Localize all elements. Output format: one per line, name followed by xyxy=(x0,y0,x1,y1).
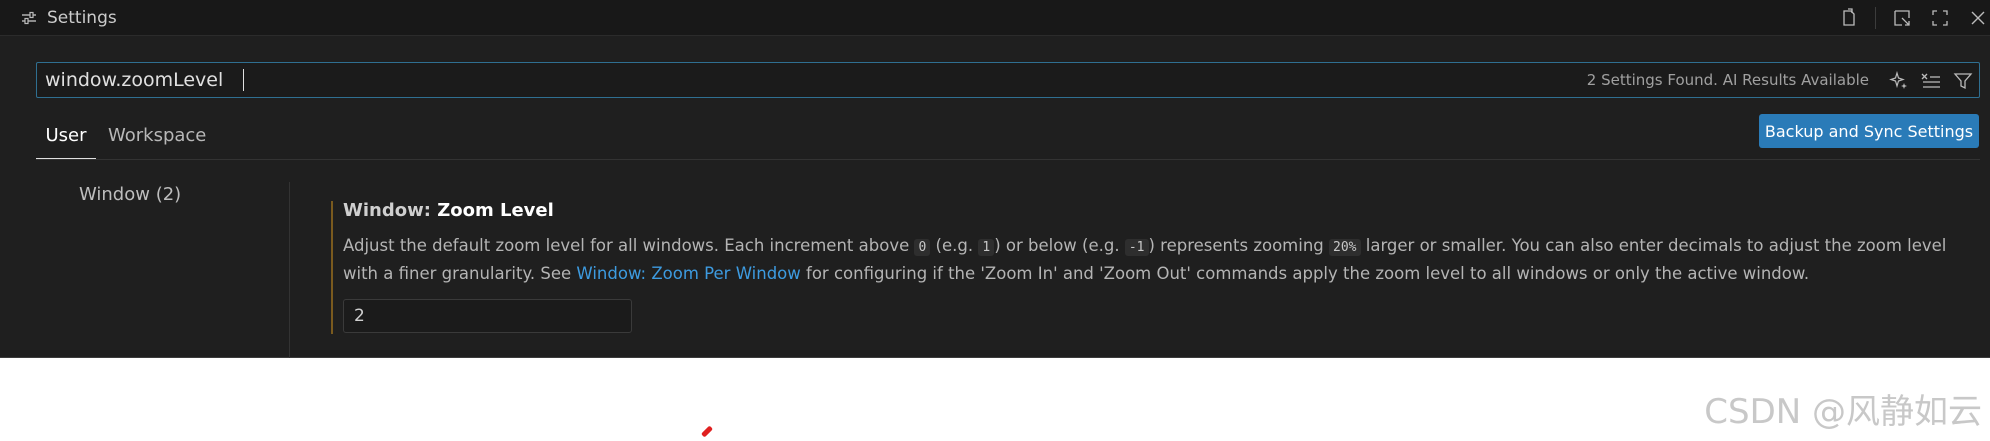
ai-sparkle-icon[interactable] xyxy=(1887,69,1911,93)
desc-text: ) represents zooming xyxy=(1148,236,1330,255)
red-mark xyxy=(700,425,714,438)
tab-actions-separator xyxy=(1875,7,1876,29)
tab-user[interactable]: User xyxy=(36,120,96,159)
split-editor-icon[interactable] xyxy=(1890,6,1914,30)
text-caret xyxy=(243,69,244,91)
toc-item-window[interactable]: Window (2) xyxy=(79,184,181,205)
modified-indicator xyxy=(331,201,333,334)
code-snippet: 0 xyxy=(914,239,931,256)
editor-tab-bar: Settings xyxy=(0,0,1990,36)
code-snippet: -1 xyxy=(1124,239,1149,256)
open-settings-json-icon[interactable] xyxy=(1837,6,1861,30)
close-icon[interactable] xyxy=(1966,6,1990,30)
setting-category: Window: xyxy=(343,200,438,221)
settings-editor: Settings window.zoomLevel 2 Settings Fou… xyxy=(0,0,1990,358)
maximize-icon[interactable] xyxy=(1928,6,1952,30)
toc-divider xyxy=(289,182,290,358)
zoom-level-input[interactable] xyxy=(343,299,632,333)
desc-text: ) or below (e.g. xyxy=(994,236,1125,255)
code-snippet: 1 xyxy=(978,239,995,256)
code-snippet: 20% xyxy=(1329,239,1361,256)
clear-filter-icon[interactable] xyxy=(1919,69,1943,93)
desc-text: Adjust the default zoom level for all wi… xyxy=(343,236,915,255)
tab-workspace[interactable]: Workspace xyxy=(108,120,206,158)
zoom-per-window-link[interactable]: Window: Zoom Per Window xyxy=(576,264,800,283)
tabs-divider xyxy=(36,159,1980,160)
settings-sliders-icon xyxy=(22,11,36,25)
search-results-count: 2 Settings Found. AI Results Available xyxy=(1586,71,1869,89)
tab-actions xyxy=(1823,6,1990,30)
desc-text: (e.g. xyxy=(930,236,979,255)
tab-title[interactable]: Settings xyxy=(47,8,117,28)
watermark: CSDN @风静如云 xyxy=(1704,392,1982,432)
setting-title: Window: Zoom Level xyxy=(343,200,554,221)
search-actions xyxy=(1879,69,1975,93)
settings-search-input[interactable] xyxy=(45,63,1545,97)
setting-name: Zoom Level xyxy=(437,200,554,221)
desc-text: for configuring if the 'Zoom In' and 'Zo… xyxy=(800,264,1810,283)
setting-description: Adjust the default zoom level for all wi… xyxy=(343,233,1983,287)
backup-and-sync-button[interactable]: Backup and Sync Settings xyxy=(1759,114,1979,148)
filter-icon[interactable] xyxy=(1951,69,1975,93)
settings-search-box[interactable]: 2 Settings Found. AI Results Available xyxy=(36,62,1980,98)
